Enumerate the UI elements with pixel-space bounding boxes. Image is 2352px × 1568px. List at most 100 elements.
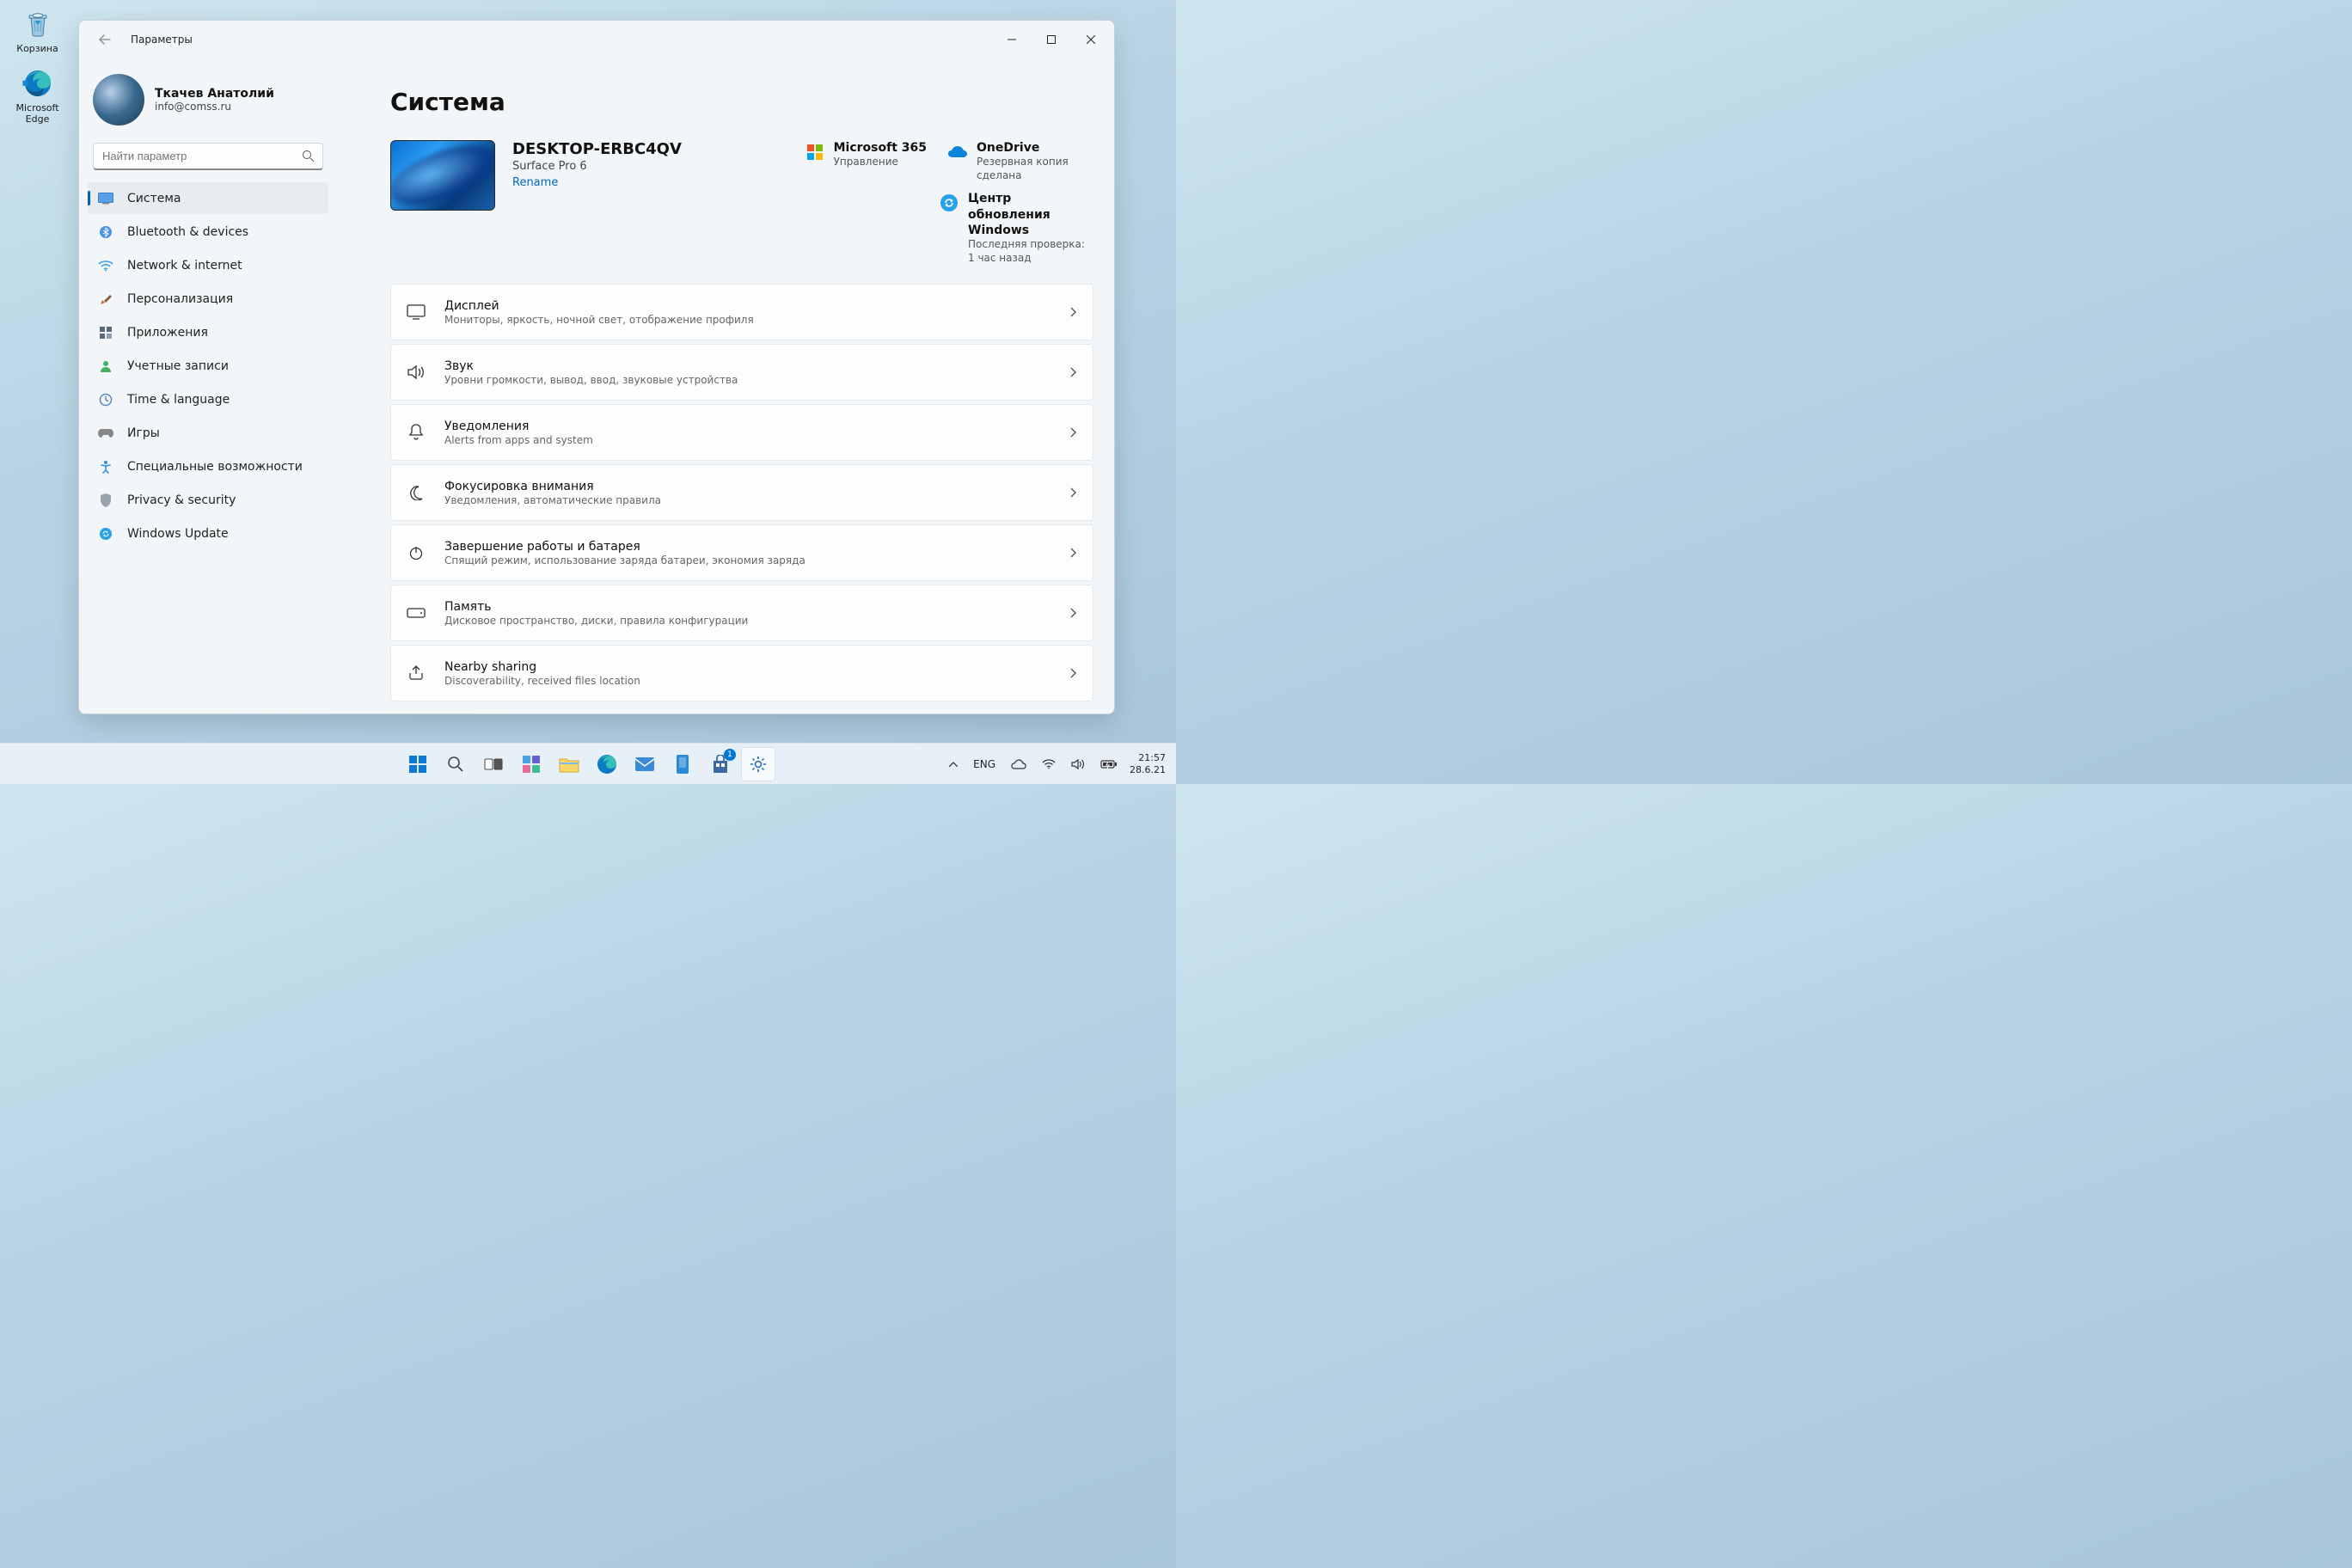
- svc-desc: Последняя проверка: 1 час назад: [968, 238, 1093, 265]
- nav-item-privacy[interactable]: Privacy & security: [88, 484, 328, 516]
- windows-update-link[interactable]: Центр обновления WindowsПоследняя провер…: [939, 191, 1093, 265]
- card-power-battery[interactable]: Завершение работы и батареяСпящий режим,…: [390, 524, 1093, 581]
- nav-item-gaming[interactable]: Игры: [88, 417, 328, 449]
- onedrive-tray-icon[interactable]: [1008, 756, 1030, 773]
- card-desc: Дисковое пространство, диски, правила ко…: [444, 615, 1070, 627]
- nav-label: Специальные возможности: [127, 460, 303, 474]
- card-desc: Уведомления, автоматические правила: [444, 494, 1070, 506]
- clock-date: 28.6.21: [1130, 764, 1166, 775]
- device-thumbnail: [390, 140, 495, 211]
- svc-desc: Управление: [834, 156, 927, 169]
- card-desc: Alerts from apps and system: [444, 434, 1070, 446]
- nav-item-accounts[interactable]: Учетные записи: [88, 350, 328, 382]
- volume-tray-icon[interactable]: [1068, 755, 1088, 774]
- card-title: Память: [444, 600, 1070, 614]
- svc-title: OneDrive: [977, 140, 1093, 156]
- wifi-icon: [98, 258, 113, 273]
- moon-icon: [407, 483, 426, 502]
- chevron-right-icon: [1070, 427, 1077, 438]
- nav-item-personalization[interactable]: Персонализация: [88, 283, 328, 315]
- apps-icon: [98, 325, 113, 340]
- store-badge: 1: [724, 749, 736, 761]
- account-block[interactable]: Ткачев Анатолий info@comss.ru: [93, 74, 323, 126]
- device-block: DESKTOP-ERBC4QV Surface Pro 6 Rename: [390, 140, 682, 265]
- content-area[interactable]: Система DESKTOP-ERBC4QV Surface Pro 6 Re…: [337, 58, 1114, 714]
- nav-list: Система Bluetooth & devices Network & in…: [88, 182, 328, 549]
- tray-overflow-button[interactable]: [946, 758, 961, 770]
- power-icon: [407, 543, 426, 562]
- sidebar: Ткачев Анатолий info@comss.ru Система Bl…: [79, 58, 337, 714]
- nav-label: Network & internet: [127, 259, 242, 273]
- microsoft365-link[interactable]: Microsoft 365Управление: [805, 140, 927, 182]
- battery-tray-icon[interactable]: [1097, 756, 1121, 773]
- close-button[interactable]: [1071, 27, 1111, 52]
- nav-item-apps[interactable]: Приложения: [88, 316, 328, 348]
- back-button[interactable]: [91, 26, 119, 53]
- nav-label: Приложения: [127, 326, 208, 340]
- account-name: Ткачев Анатолий: [155, 87, 274, 101]
- widgets-button[interactable]: [514, 747, 548, 781]
- desktop-icons-area: Корзина Microsoft Edge: [5, 7, 70, 138]
- onedrive-link[interactable]: OneDriveРезервная копия сделана: [947, 140, 1093, 182]
- taskbar-center: 1: [401, 744, 775, 784]
- page-title: Система: [390, 88, 1093, 116]
- titlebar: Параметры: [79, 21, 1114, 58]
- nav-item-network[interactable]: Network & internet: [88, 249, 328, 281]
- nav-label: Windows Update: [127, 527, 229, 541]
- maximize-button[interactable]: [1032, 27, 1071, 52]
- window-title: Параметры: [131, 34, 193, 46]
- card-title: Уведомления: [444, 420, 1070, 433]
- device-name: DESKTOP-ERBC4QV: [512, 140, 682, 158]
- taskbar-search[interactable]: [438, 747, 473, 781]
- card-title: Звук: [444, 359, 1070, 373]
- nav-item-time-lang[interactable]: Time & language: [88, 383, 328, 415]
- nav-label: Персонализация: [127, 292, 233, 306]
- search-input[interactable]: [93, 143, 323, 170]
- card-display[interactable]: ДисплейМониторы, яркость, ночной свет, о…: [390, 284, 1093, 340]
- wifi-tray-icon[interactable]: [1038, 756, 1059, 773]
- update-icon: [98, 526, 113, 542]
- recycle-bin-desktop-icon[interactable]: Корзина: [5, 7, 70, 54]
- card-notifications[interactable]: УведомленияAlerts from apps and system: [390, 404, 1093, 461]
- onedrive-icon: [947, 142, 968, 162]
- accessibility-icon: [98, 459, 113, 475]
- nav-item-bluetooth[interactable]: Bluetooth & devices: [88, 216, 328, 248]
- clock-button[interactable]: 21:57 28.6.21: [1130, 752, 1169, 775]
- edge-desktop-icon[interactable]: Microsoft Edge: [5, 66, 70, 125]
- bluetooth-icon: [98, 224, 113, 240]
- recycle-bin-label: Корзина: [16, 43, 58, 54]
- search-box: [93, 143, 323, 170]
- card-sound[interactable]: ЗвукУровни громкости, вывод, ввод, звуко…: [390, 344, 1093, 401]
- file-explorer-button[interactable]: [552, 747, 586, 781]
- nav-label: Система: [127, 192, 181, 205]
- chevron-right-icon: [1070, 548, 1077, 558]
- card-nearby-sharing[interactable]: Nearby sharingDiscoverability, received …: [390, 645, 1093, 701]
- svc-desc: Резервная копия сделана: [977, 156, 1093, 182]
- chevron-right-icon: [1070, 487, 1077, 498]
- nav-item-accessibility[interactable]: Специальные возможности: [88, 450, 328, 482]
- card-focus-assist[interactable]: Фокусировка вниманияУведомления, автомат…: [390, 464, 1093, 521]
- start-button[interactable]: [401, 747, 435, 781]
- rename-link[interactable]: Rename: [512, 176, 682, 189]
- minimize-button[interactable]: [992, 27, 1032, 52]
- nav-label: Учетные записи: [127, 359, 229, 373]
- settings-taskbar-button[interactable]: [741, 747, 775, 781]
- getstarted-button[interactable]: [665, 747, 700, 781]
- chevron-right-icon: [1070, 307, 1077, 317]
- language-indicator[interactable]: ENG: [970, 755, 999, 774]
- card-storage[interactable]: ПамятьДисковое пространство, диски, прав…: [390, 585, 1093, 641]
- task-view-button[interactable]: [476, 747, 511, 781]
- store-button[interactable]: 1: [703, 747, 738, 781]
- storage-icon: [407, 603, 426, 622]
- card-desc: Спящий режим, использование заряда батар…: [444, 554, 1070, 567]
- mail-button[interactable]: [628, 747, 662, 781]
- nav-item-windows-update[interactable]: Windows Update: [88, 518, 328, 549]
- paintbrush-icon: [98, 291, 113, 307]
- recycle-bin-icon: [21, 7, 55, 41]
- nav-label: Time & language: [127, 393, 230, 407]
- search-icon: [302, 150, 315, 162]
- edge-taskbar-button[interactable]: [590, 747, 624, 781]
- card-title: Nearby sharing: [444, 660, 1070, 674]
- card-title: Фокусировка внимания: [444, 480, 1070, 493]
- nav-item-system[interactable]: Система: [88, 182, 328, 214]
